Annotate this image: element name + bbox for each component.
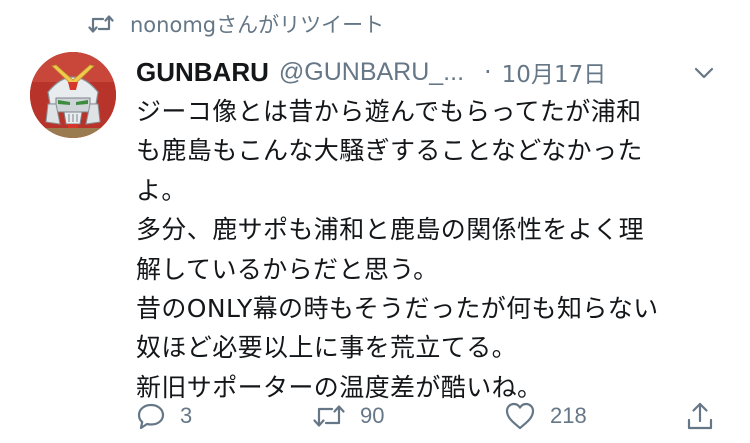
display-name[interactable]: GUNBARU [136, 57, 269, 88]
share-button[interactable] [686, 396, 714, 436]
retweet-icon [312, 402, 346, 430]
like-count: 218 [550, 403, 587, 428]
retweet-count: 90 [360, 403, 385, 428]
tweet-text-line: も鹿島もこんな大騒ぎすることなどなかった [136, 136, 643, 166]
separator-dot: · [484, 58, 492, 86]
retweet-context[interactable]: nonomgさんがリツイート [88, 9, 384, 39]
user-handle[interactable]: @GUNBARU_... [279, 58, 464, 87]
chevron-down-icon[interactable] [692, 60, 716, 84]
heart-icon [504, 401, 536, 431]
tweet-text-line: 多分、鹿サポも浦和と鹿島の関係性をよく理 [136, 215, 645, 245]
share-icon [686, 401, 714, 431]
tweet-text-line: 奴ほど必要以上に事を荒立てる。 [136, 333, 518, 363]
reply-icon [136, 401, 166, 431]
tweet-header: GUNBARU @GUNBARU_... · 10月17日 [136, 54, 730, 90]
tweet-date[interactable]: 10月17日 [502, 55, 607, 89]
avatar[interactable] [30, 52, 116, 138]
tweet-actions: 3 90 218 [136, 396, 726, 436]
reply-count: 3 [180, 403, 193, 428]
reply-button[interactable]: 3 [136, 396, 192, 436]
retweet-button[interactable]: 90 [312, 396, 384, 436]
retweet-icon [88, 13, 114, 35]
tweet-text-line: ジーコ像とは昔から遊んでもらってたが浦和 [136, 97, 642, 126]
retweet-context-text: nonomgさんがリツイート [130, 13, 385, 37]
tweet-text-line: 昔のONLY幕の時もそうだったが何も知らない [136, 294, 659, 324]
tweet-text: ジーコ像とは昔から遊んでもらってたが浦和 も鹿島もこんな大騒ぎすることなどなかっ… [136, 92, 716, 407]
tweet-text-line: よ。 [136, 175, 187, 205]
tweet-text-line: 解しているからだと思う。 [136, 254, 439, 284]
like-button[interactable]: 218 [504, 396, 587, 436]
